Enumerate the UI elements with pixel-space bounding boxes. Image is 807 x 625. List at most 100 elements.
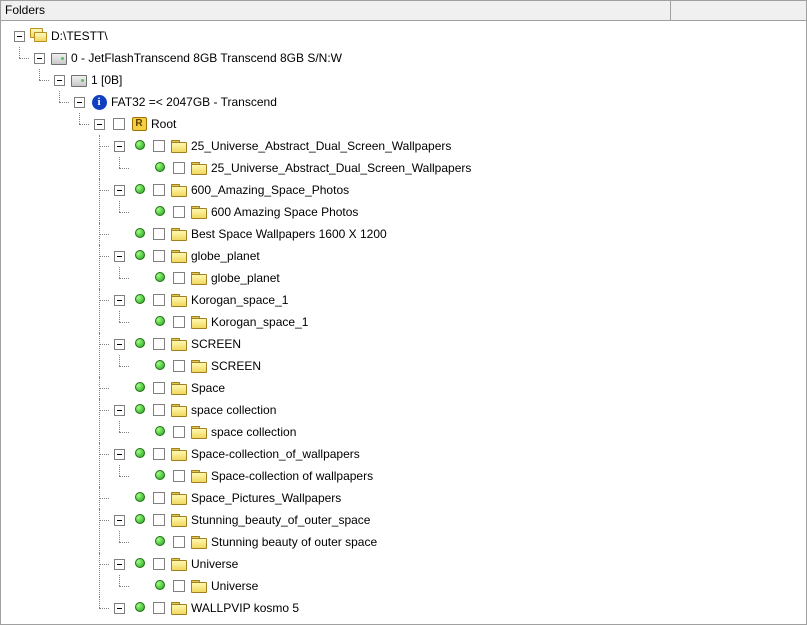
checkbox[interactable] — [153, 404, 165, 416]
folder-icon — [171, 184, 187, 197]
expand-toggle[interactable] — [74, 97, 85, 108]
tree-subfolder[interactable]: Stunning beauty of outer space — [129, 531, 806, 553]
status-dot-icon — [129, 245, 149, 267]
subfolder-label: 25_Universe_Abstract_Dual_Screen_Wallpap… — [209, 157, 471, 179]
checkbox[interactable] — [153, 294, 165, 306]
checkbox[interactable] — [173, 272, 185, 284]
folder-icon — [191, 162, 207, 175]
checkbox[interactable] — [153, 514, 165, 526]
tree-partition[interactable]: 1 [0B] i FAT32 =< 2047GB - Transcend — [49, 69, 806, 619]
checkbox[interactable] — [153, 338, 165, 350]
folder-icon — [171, 338, 187, 351]
checkbox[interactable] — [153, 492, 165, 504]
folder-icon — [171, 404, 187, 417]
tree-root-path[interactable]: D:\TESTT\ 0 - JetFlashTranscend 8GB Tran… — [9, 25, 806, 619]
tree-subfolder[interactable]: Universe — [129, 575, 806, 597]
folder-icon — [171, 294, 187, 307]
folder-icon — [171, 602, 187, 615]
expand-toggle[interactable] — [114, 449, 125, 460]
expand-toggle[interactable] — [34, 53, 45, 64]
status-dot-icon — [129, 399, 149, 421]
expand-toggle[interactable] — [114, 185, 125, 196]
folders-panel: Folders D:\TESTT\ 0 - JetFlashTranscend … — [0, 0, 807, 625]
expand-toggle[interactable] — [114, 339, 125, 350]
tree-subfolder[interactable]: SCREEN — [129, 355, 806, 377]
folder-label: Space_Pictures_Wallpapers — [189, 487, 341, 509]
checkbox[interactable] — [153, 382, 165, 394]
checkbox[interactable] — [153, 228, 165, 240]
folder-label: space collection — [189, 399, 276, 421]
status-dot-icon — [129, 443, 149, 465]
expand-toggle[interactable] — [114, 603, 125, 614]
tree-subfolder[interactable]: 25_Universe_Abstract_Dual_Screen_Wallpap… — [129, 157, 806, 179]
status-dot-icon — [149, 575, 169, 597]
tree-folder[interactable]: UniverseUniverse — [109, 553, 806, 597]
tree-folder[interactable]: WALLPVIP kosmo 5 — [109, 597, 806, 619]
tree-subfolder[interactable]: 600 Amazing Space Photos — [129, 201, 806, 223]
tree-folder[interactable]: space collectionspace collection — [109, 399, 806, 443]
tree-folder[interactable]: globe_planetglobe_planet — [109, 245, 806, 289]
subfolder-label: Universe — [209, 575, 258, 597]
tree-folder[interactable]: Stunning_beauty_of_outer_spaceStunning b… — [109, 509, 806, 553]
checkbox[interactable] — [173, 580, 185, 592]
tree-filesystem[interactable]: i FAT32 =< 2047GB - Transcend — [69, 91, 806, 619]
status-dot-icon — [129, 223, 149, 245]
tree-subfolder[interactable]: globe_planet — [129, 267, 806, 289]
tree-folder[interactable]: Space-collection_of_wallpapersSpace-coll… — [109, 443, 806, 487]
tree-subfolder[interactable]: Space-collection of wallpapers — [129, 465, 806, 487]
folder-tree[interactable]: D:\TESTT\ 0 - JetFlashTranscend 8GB Tran… — [1, 21, 806, 624]
expand-toggle[interactable] — [114, 405, 125, 416]
checkbox[interactable] — [153, 602, 165, 614]
folder-icon — [191, 580, 207, 593]
subfolder-label: space collection — [209, 421, 296, 443]
folder-icon — [191, 536, 207, 549]
status-dot-icon — [149, 201, 169, 223]
checkbox[interactable] — [173, 162, 185, 174]
checkbox[interactable] — [173, 360, 185, 372]
status-dot-icon — [149, 311, 169, 333]
status-dot-icon — [129, 333, 149, 355]
checkbox[interactable] — [153, 448, 165, 460]
path-label: D:\TESTT\ — [49, 25, 108, 47]
tree-device[interactable]: 0 - JetFlashTranscend 8GB Transcend 8GB … — [29, 47, 806, 619]
folder-icon — [171, 382, 187, 395]
subfolder-label: 600 Amazing Space Photos — [209, 201, 358, 223]
expand-toggle[interactable] — [114, 295, 125, 306]
info-icon: i — [92, 95, 107, 110]
checkbox[interactable] — [173, 470, 185, 482]
tree-folder[interactable]: SCREENSCREEN — [109, 333, 806, 377]
folder-label: Space — [189, 377, 225, 399]
checkbox[interactable] — [173, 426, 185, 438]
expand-toggle[interactable] — [114, 515, 125, 526]
folder-label: Space-collection_of_wallpapers — [189, 443, 360, 465]
checkbox[interactable] — [113, 118, 125, 130]
expand-toggle[interactable] — [114, 559, 125, 570]
tree-root-folder[interactable]: R Root 25_Universe_Abstract_Dual_Screen_… — [89, 113, 806, 619]
checkbox[interactable] — [153, 558, 165, 570]
tree-folder[interactable]: 25_Universe_Abstract_Dual_Screen_Wallpap… — [109, 135, 806, 179]
checkbox[interactable] — [173, 316, 185, 328]
expand-toggle[interactable] — [114, 251, 125, 262]
status-dot-icon — [149, 531, 169, 553]
checkbox[interactable] — [153, 184, 165, 196]
tree-subfolder[interactable]: space collection — [129, 421, 806, 443]
panel-header: Folders — [1, 1, 806, 21]
expand-toggle[interactable] — [14, 31, 25, 42]
checkbox[interactable] — [153, 250, 165, 262]
status-dot-icon — [129, 509, 149, 531]
checkbox[interactable] — [173, 536, 185, 548]
tree-folder[interactable]: 600_Amazing_Space_Photos600 Amazing Spac… — [109, 179, 806, 223]
folder-icon — [191, 470, 207, 483]
tree-folder[interactable]: Korogan_space_1Korogan_space_1 — [109, 289, 806, 333]
tree-folder[interactable]: Space — [109, 377, 806, 399]
tree-folder[interactable]: Best Space Wallpapers 1600 X 1200 — [109, 223, 806, 245]
tree-folder[interactable]: Space_Pictures_Wallpapers — [109, 487, 806, 509]
folder-label: globe_planet — [189, 245, 260, 267]
expand-toggle[interactable] — [114, 141, 125, 152]
checkbox[interactable] — [153, 140, 165, 152]
tree-subfolder[interactable]: Korogan_space_1 — [129, 311, 806, 333]
expand-toggle[interactable] — [94, 119, 105, 130]
expand-toggle[interactable] — [54, 75, 65, 86]
status-dot-icon — [149, 355, 169, 377]
checkbox[interactable] — [173, 206, 185, 218]
